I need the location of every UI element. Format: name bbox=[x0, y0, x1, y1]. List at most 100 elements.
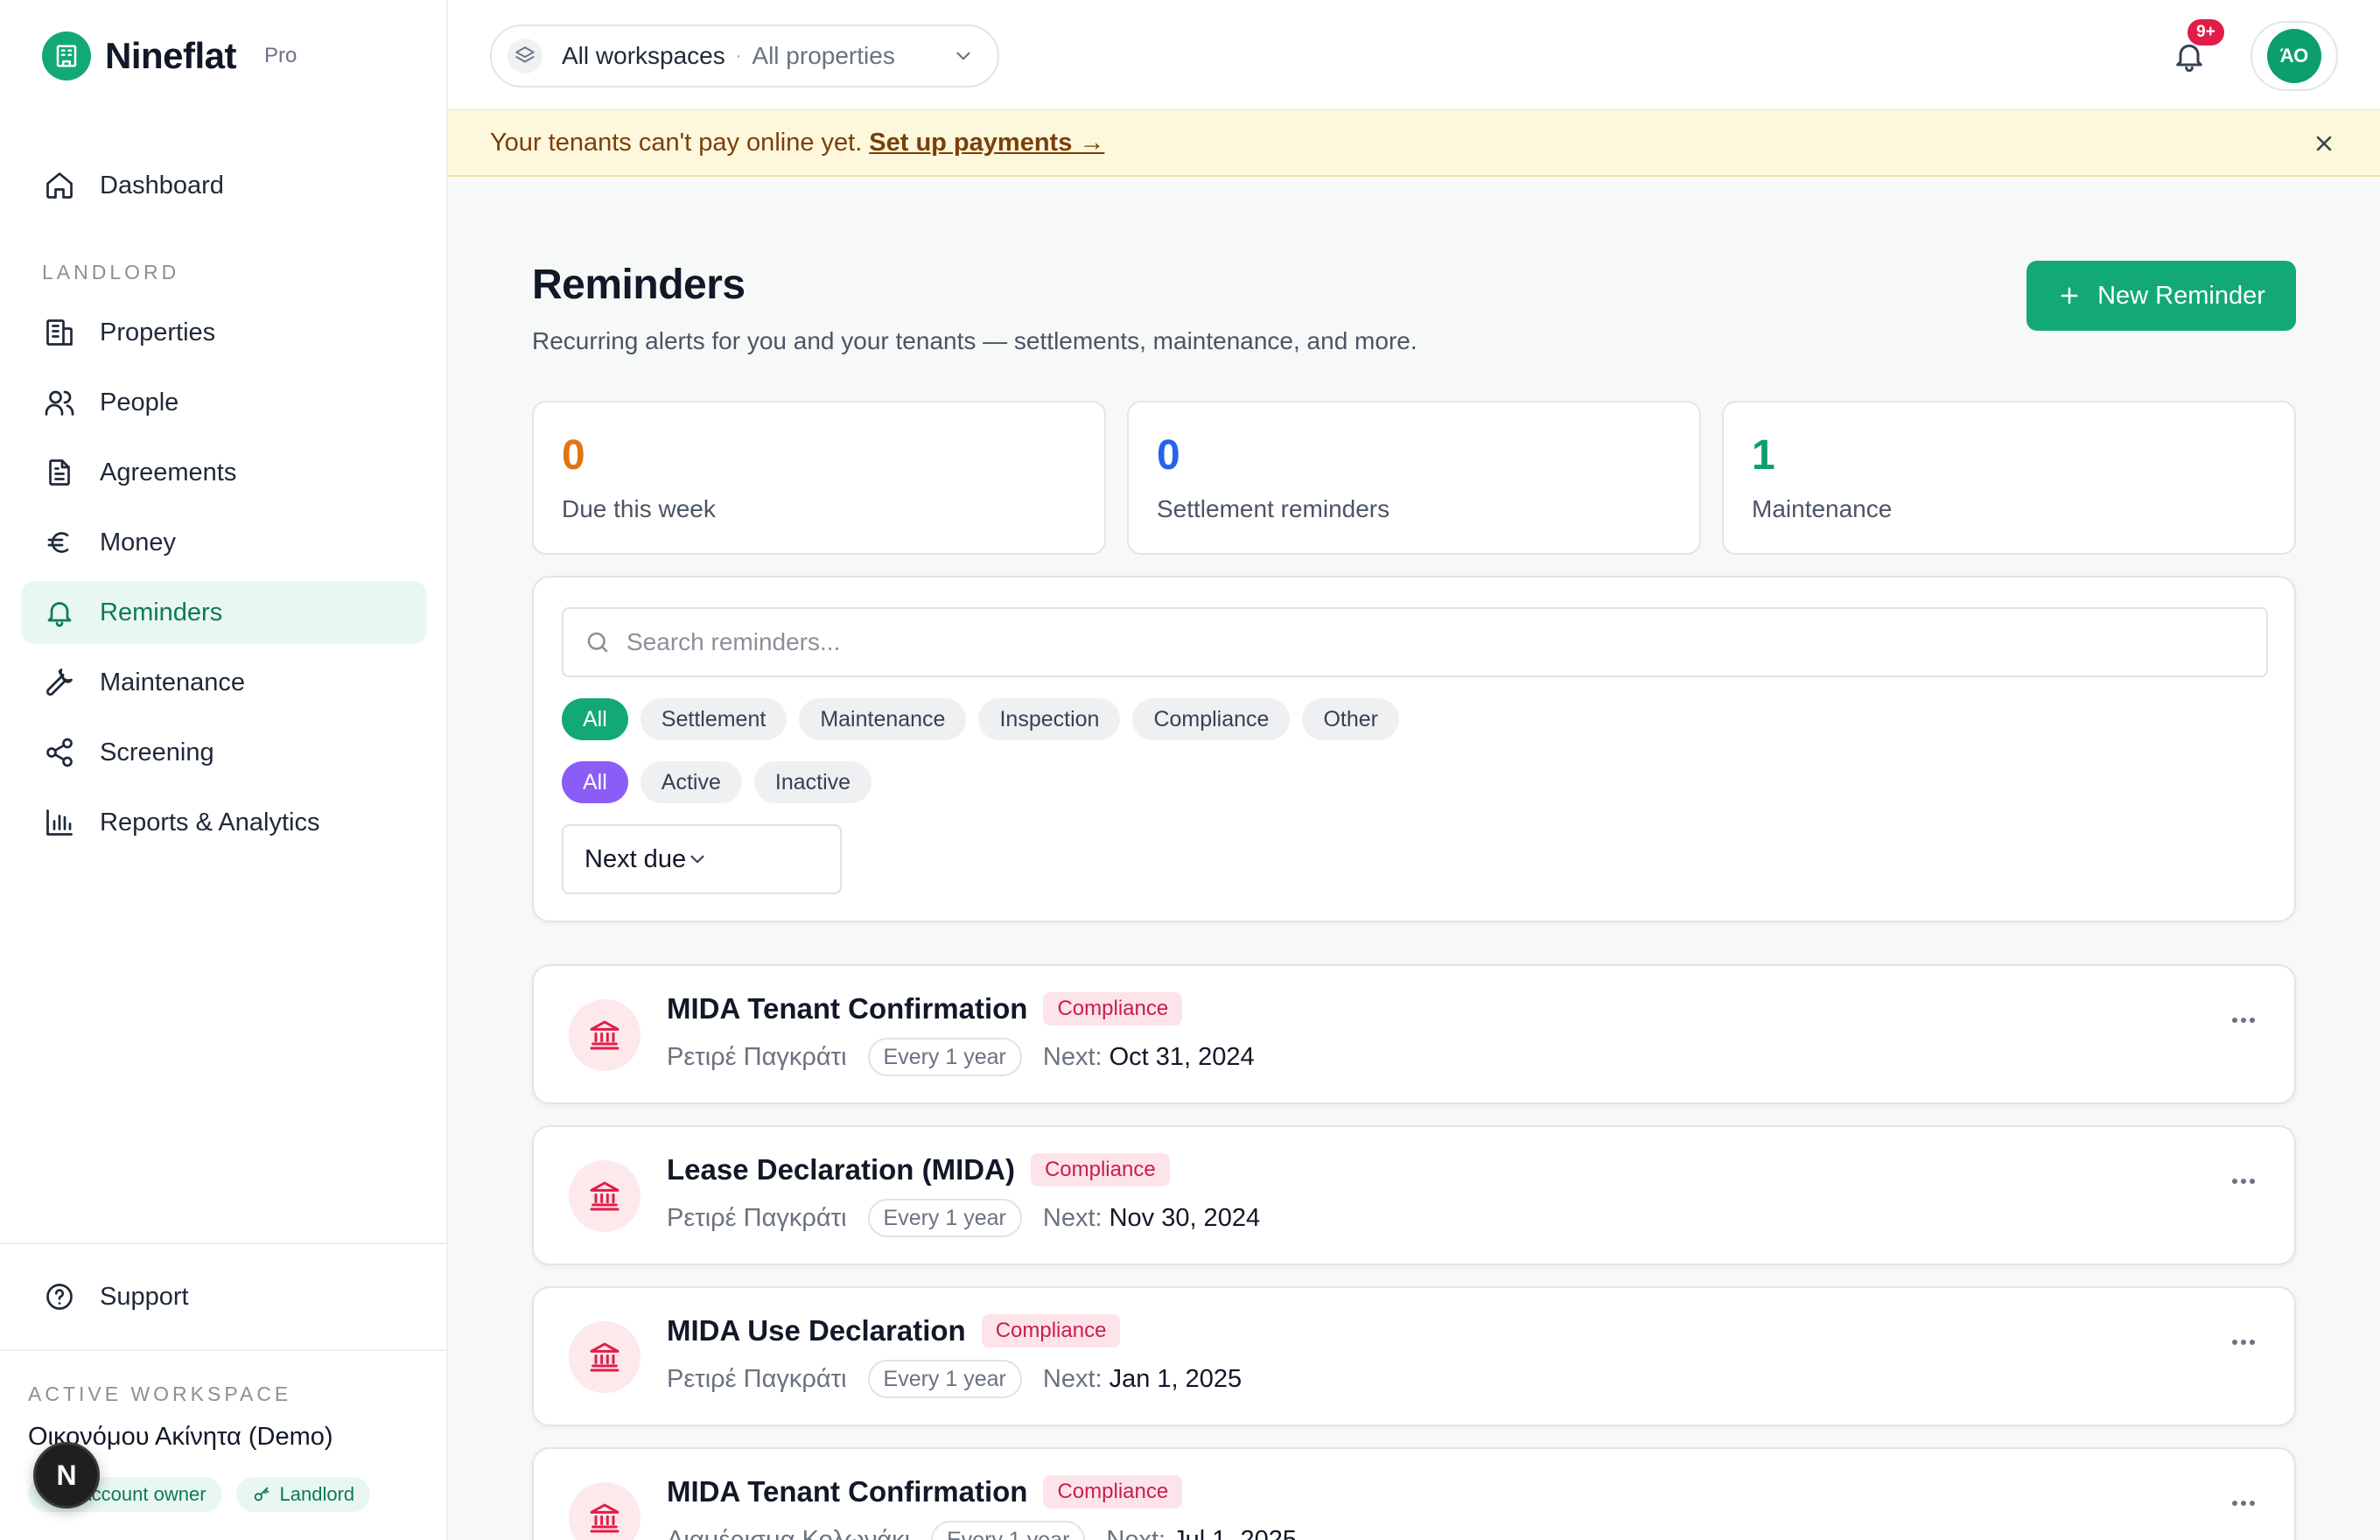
reminder-header: MIDA Tenant Confirmation Compliance bbox=[667, 1475, 1183, 1508]
sidebar-item-people[interactable]: People bbox=[21, 371, 427, 434]
bar-chart-icon bbox=[42, 805, 77, 840]
more-options-icon[interactable] bbox=[2222, 1489, 2264, 1517]
reminder-title: MIDA Tenant Confirmation bbox=[667, 992, 1028, 1025]
next-due-date: Oct 31, 2024 bbox=[1109, 1042, 1255, 1071]
category-chip-settlement[interactable]: Settlement bbox=[640, 698, 788, 740]
stat-value: 0 bbox=[562, 432, 585, 479]
key-icon bbox=[252, 1485, 280, 1504]
status-filter: All Active Inactive bbox=[562, 761, 872, 803]
workspace-picker[interactable]: All workspaces · All properties bbox=[490, 24, 999, 88]
property-selected: All properties bbox=[752, 42, 895, 69]
chevron-down-icon bbox=[952, 45, 975, 67]
reminder-card[interactable]: MIDA Tenant Confirmation Compliance Διαμ… bbox=[532, 1447, 2296, 1540]
workspace-selected: All workspaces bbox=[562, 42, 725, 69]
divider bbox=[0, 1242, 448, 1244]
plus-icon bbox=[2057, 284, 2097, 308]
status-chip-inactive[interactable]: Inactive bbox=[753, 761, 872, 803]
frequency-badge: Every 1 year bbox=[867, 1360, 1022, 1398]
brand[interactable]: Nineflat Pro bbox=[42, 32, 297, 80]
reminder-meta: Ρετιρέ Παγκράτι Every 1 year Next: Jan 1… bbox=[667, 1360, 1242, 1398]
document-icon bbox=[42, 455, 77, 490]
reminder-title: Lease Declaration (MIDA) bbox=[667, 1153, 1015, 1186]
reminder-meta: Διαμέρισμα Κολωνάκι Every 1 year Next: J… bbox=[667, 1521, 1297, 1540]
stat-label: Due this week bbox=[562, 495, 716, 522]
wrench-icon bbox=[42, 665, 77, 700]
badge-label: Landlord bbox=[279, 1483, 355, 1505]
sidebar-item-screening[interactable]: Screening bbox=[21, 721, 427, 784]
sidebar-item-dashboard[interactable]: Dashboard bbox=[21, 154, 427, 217]
close-icon[interactable] bbox=[2310, 130, 2338, 158]
more-options-icon[interactable] bbox=[2222, 1328, 2264, 1356]
home-icon bbox=[42, 168, 77, 203]
reminder-meta: Ρετιρέ Παγκράτι Every 1 year Next: Oct 3… bbox=[667, 1038, 1255, 1076]
category-chip-inspection[interactable]: Inspection bbox=[978, 698, 1121, 740]
next-due-label: Next: bbox=[1042, 1042, 1102, 1071]
separator: · bbox=[735, 46, 742, 66]
reminder-header: MIDA Use Declaration Compliance bbox=[667, 1314, 1121, 1348]
category-tag: Compliance bbox=[1030, 1153, 1170, 1186]
category-chip-compliance[interactable]: Compliance bbox=[1132, 698, 1291, 740]
building-logo-icon bbox=[42, 32, 91, 80]
brand-name: Nineflat bbox=[105, 35, 237, 76]
sort-value: Next due bbox=[584, 844, 687, 873]
reminder-header: Lease Declaration (MIDA) Compliance bbox=[667, 1153, 1170, 1186]
reminder-card[interactable]: Lease Declaration (MIDA) Compliance Ρετι… bbox=[532, 1125, 2296, 1265]
status-chip-all[interactable]: All bbox=[562, 761, 628, 803]
dev-tools-button[interactable]: N bbox=[33, 1442, 100, 1508]
landmark-icon bbox=[569, 1482, 640, 1540]
top-bar: All workspaces · All properties 9+ ΆΟ bbox=[448, 0, 2380, 110]
sidebar-item-label: Properties bbox=[100, 318, 216, 346]
sidebar: Nineflat Pro Dashboard LANDLORD Properti… bbox=[0, 0, 448, 1540]
help-circle-icon bbox=[42, 1279, 77, 1314]
euro-icon bbox=[42, 525, 77, 560]
landmark-icon bbox=[569, 1321, 640, 1393]
frequency-badge: Every 1 year bbox=[931, 1521, 1086, 1540]
user-menu-button[interactable]: ΆΟ bbox=[2250, 21, 2338, 91]
search-input[interactable] bbox=[626, 628, 2202, 656]
stat-value: 0 bbox=[1157, 432, 1180, 479]
reminder-header: MIDA Tenant Confirmation Compliance bbox=[667, 992, 1183, 1026]
notification-count-badge: 9+ bbox=[2188, 19, 2224, 46]
search-icon bbox=[584, 629, 611, 655]
sidebar-item-properties[interactable]: Properties bbox=[21, 301, 427, 364]
more-options-icon[interactable] bbox=[2222, 1006, 2264, 1034]
status-chip-active[interactable]: Active bbox=[640, 761, 742, 803]
sidebar-item-label: People bbox=[100, 388, 179, 416]
banner-text: Your tenants can't pay online yet. bbox=[490, 128, 863, 157]
landmark-icon bbox=[569, 1160, 640, 1232]
category-tag: Compliance bbox=[1043, 1475, 1183, 1508]
sidebar-item-agreements[interactable]: Agreements bbox=[21, 441, 427, 504]
sidebar-item-support[interactable]: Support bbox=[21, 1265, 427, 1328]
setup-payments-link[interactable]: Set up payments → bbox=[869, 129, 1104, 158]
active-workspace-label: ACTIVE WORKSPACE bbox=[28, 1382, 292, 1405]
divider bbox=[0, 1349, 448, 1351]
sidebar-item-reports[interactable]: Reports & Analytics bbox=[21, 791, 427, 854]
new-reminder-button[interactable]: New Reminder bbox=[2026, 261, 2296, 331]
sidebar-item-money[interactable]: Money bbox=[21, 511, 427, 574]
reminder-card[interactable]: MIDA Use Declaration Compliance Ρετιρέ Π… bbox=[532, 1286, 2296, 1426]
sidebar-item-label: Dashboard bbox=[100, 171, 224, 200]
reminder-card[interactable]: MIDA Tenant Confirmation Compliance Ρετι… bbox=[532, 964, 2296, 1104]
more-options-icon[interactable] bbox=[2222, 1167, 2264, 1195]
category-chip-other[interactable]: Other bbox=[1302, 698, 1399, 740]
nav-section-landlord: LANDLORD bbox=[42, 261, 180, 284]
next-due-label: Next: bbox=[1042, 1364, 1102, 1393]
button-label: New Reminder bbox=[2097, 281, 2265, 310]
bell-icon bbox=[42, 595, 77, 630]
search-field[interactable] bbox=[562, 607, 2268, 677]
reminder-property: Ρετιρέ Παγκράτι bbox=[667, 1203, 847, 1232]
category-filter: All Settlement Maintenance Inspection Co… bbox=[562, 698, 1399, 740]
share-nodes-icon bbox=[42, 735, 77, 770]
category-chip-all[interactable]: All bbox=[562, 698, 628, 740]
category-chip-maintenance[interactable]: Maintenance bbox=[799, 698, 967, 740]
sidebar-item-label: Agreements bbox=[100, 458, 237, 486]
sort-select[interactable]: Next due bbox=[562, 824, 842, 894]
chevron-down-icon bbox=[686, 848, 709, 871]
sidebar-item-maintenance[interactable]: Maintenance bbox=[21, 651, 427, 714]
payments-banner: Your tenants can't pay online yet. Set u… bbox=[448, 110, 2380, 177]
sidebar-item-label: Maintenance bbox=[100, 668, 246, 696]
frequency-badge: Every 1 year bbox=[867, 1199, 1022, 1237]
next-due-label: Next: bbox=[1042, 1203, 1102, 1232]
stat-label: Maintenance bbox=[1752, 495, 1893, 522]
sidebar-item-reminders[interactable]: Reminders bbox=[21, 581, 427, 644]
